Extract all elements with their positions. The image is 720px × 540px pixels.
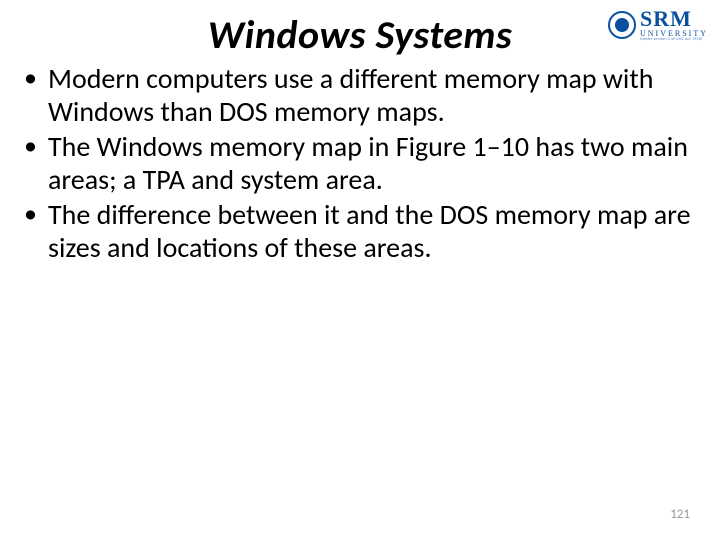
brand-main: SRM [640,8,708,30]
seal-inner-icon [615,18,629,32]
brand-logo: SRM UNIVERSITY (Under section 3 of UGC A… [608,8,708,42]
page-number: 121 [670,507,690,522]
slide-body: Modern computers use a different memory … [20,62,716,266]
brand-text: SRM UNIVERSITY (Under section 3 of UGC A… [640,8,708,42]
bullet-text: Modern computers use a different memory … [48,61,653,129]
slide: Windows Systems SRM UNIVERSITY (Under se… [0,0,720,540]
bullet-list: Modern computers use a different memory … [20,62,716,264]
bullet-text: The Windows memory map in Figure 1–10 ha… [48,129,688,197]
brand-tagline: (Under section 3 of UGC Act 1956) [640,38,708,42]
list-item: The Windows memory map in Figure 1–10 ha… [20,130,716,196]
bullet-text: The difference between it and the DOS me… [48,197,691,265]
list-item: Modern computers use a different memory … [20,62,716,128]
seal-icon [608,11,636,39]
list-item: The difference between it and the DOS me… [20,198,716,264]
